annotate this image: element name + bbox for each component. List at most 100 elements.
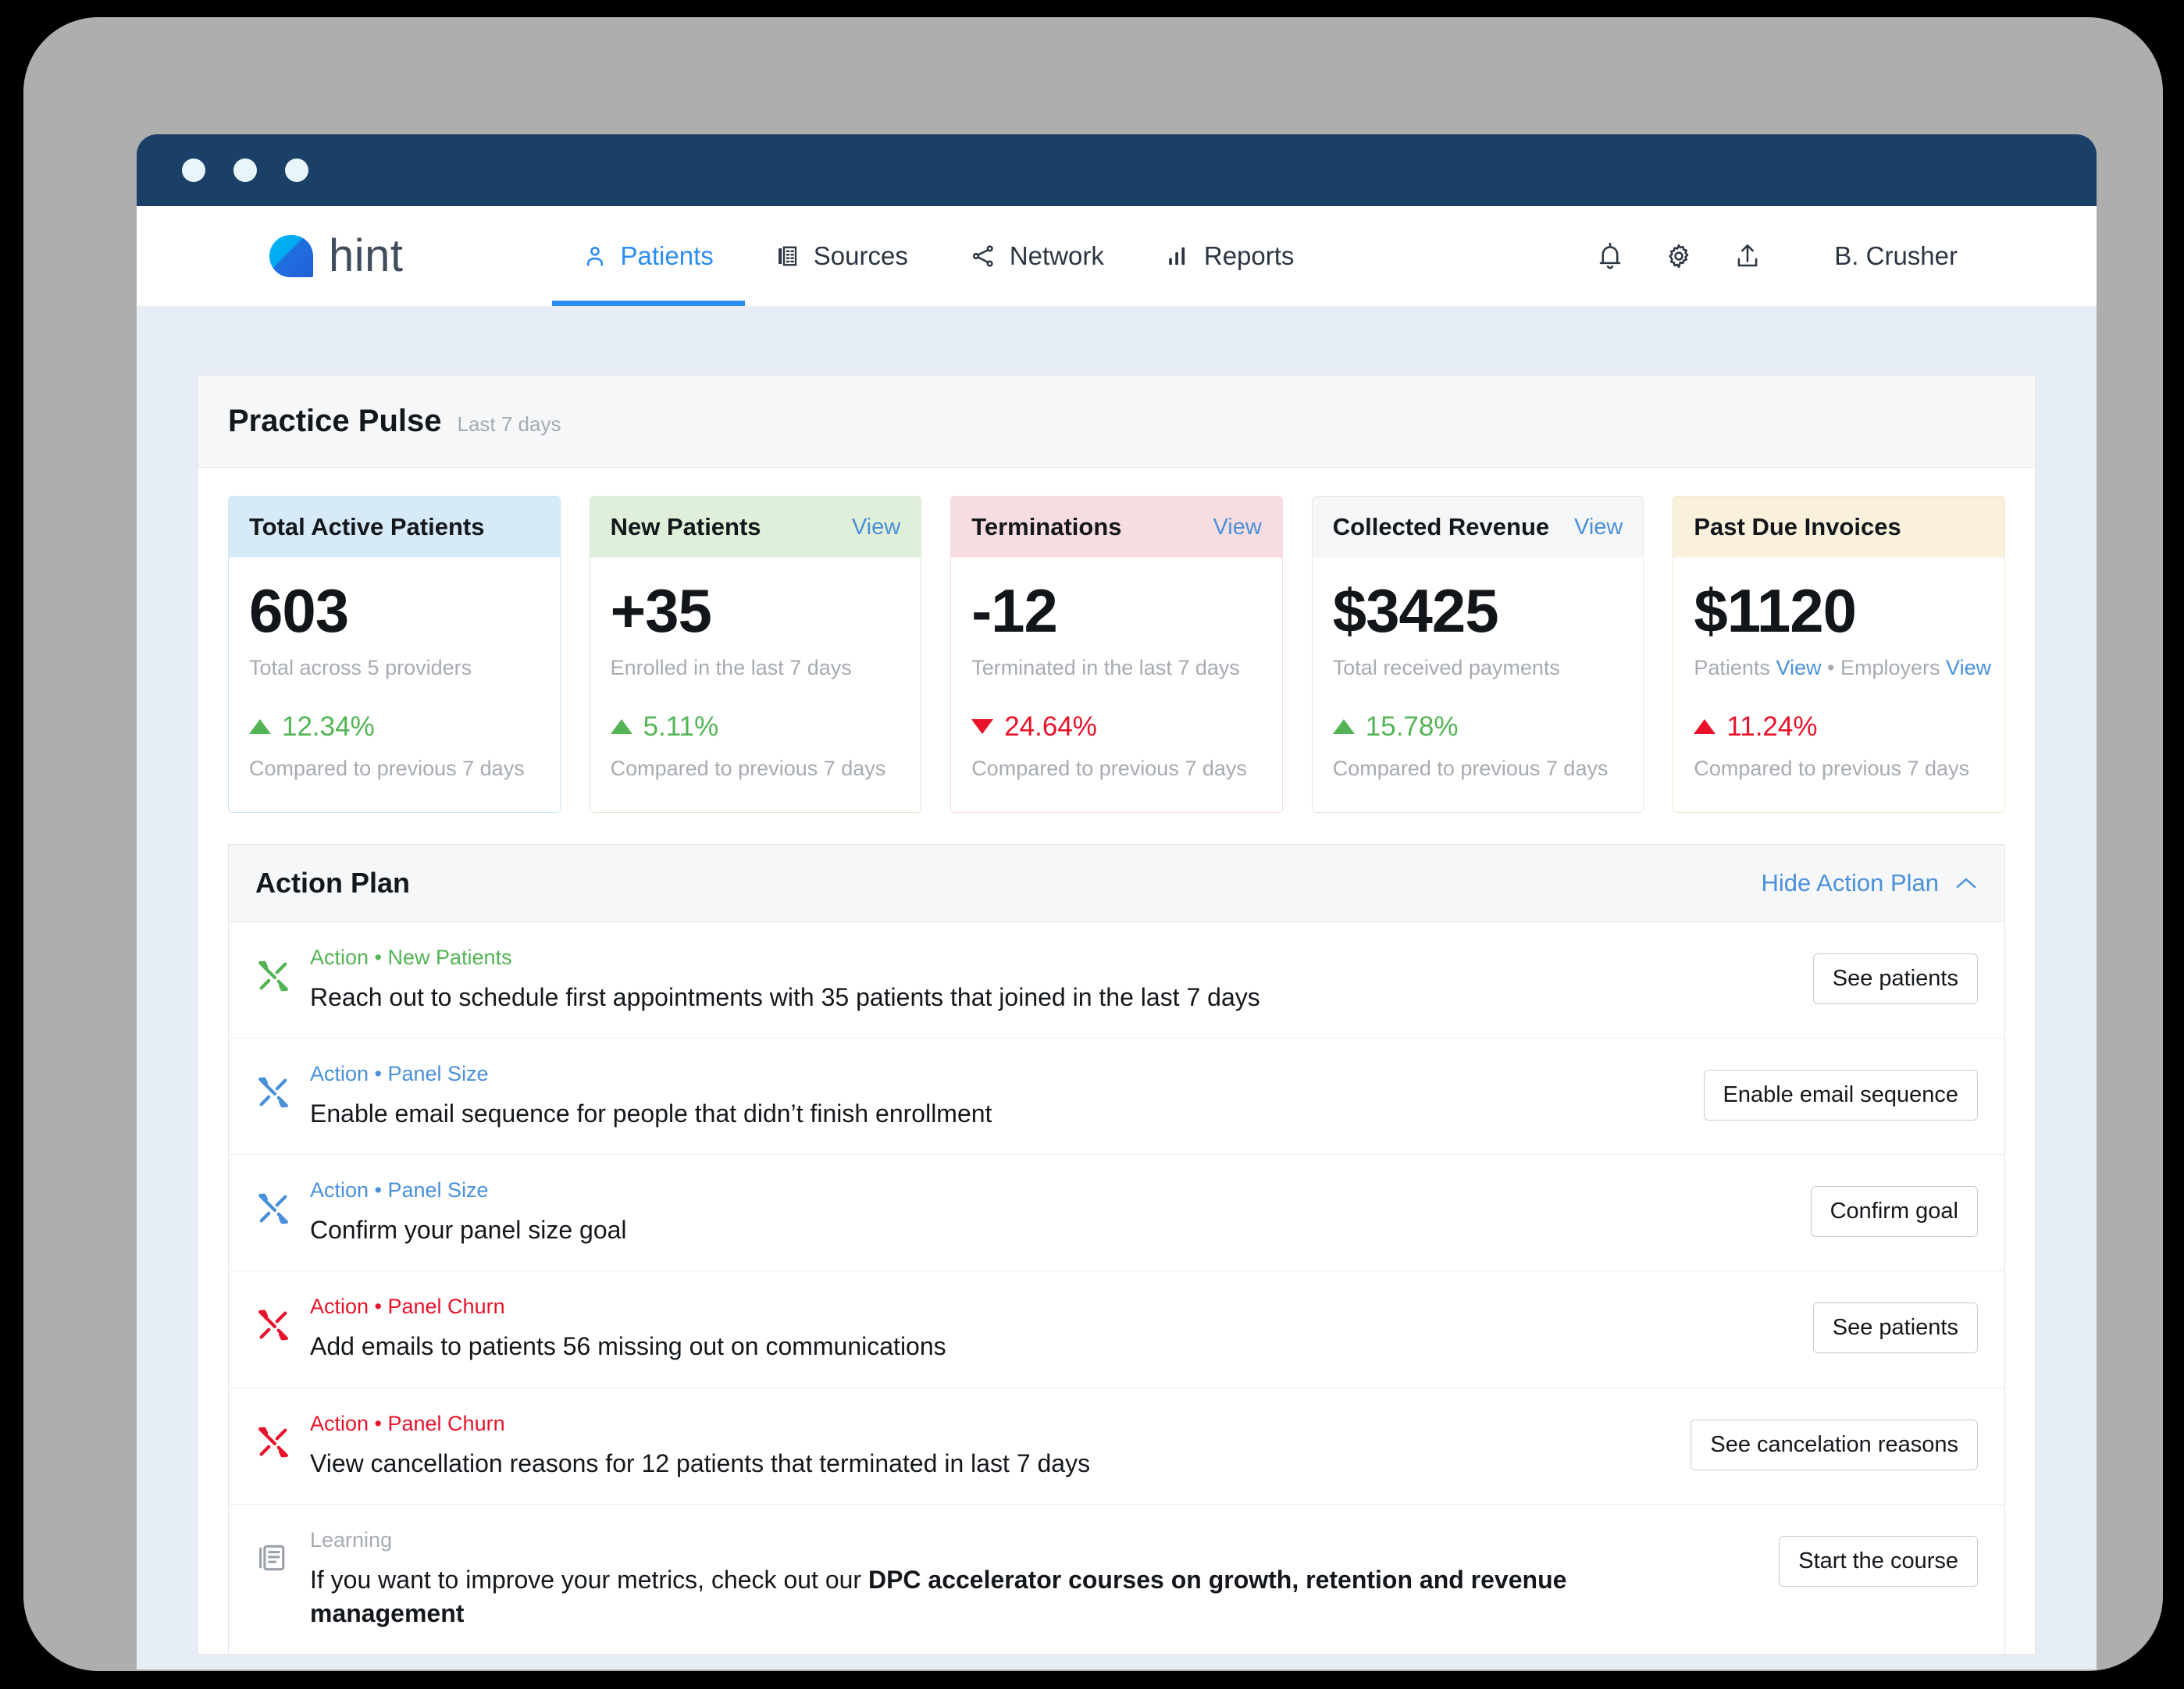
action-plan-label: Action • Panel Churn <box>310 1411 505 1435</box>
nav-item-sources[interactable]: Sources <box>745 206 939 306</box>
action-plan-row: Action • New Patients Reach out to sched… <box>229 922 2004 1039</box>
metric-delta-value: 15.78% <box>1365 711 1459 742</box>
hide-action-plan-label: Hide Action Plan <box>1761 868 1939 896</box>
action-plan-row: Action • Panel Size Enable email sequenc… <box>229 1039 2004 1156</box>
metric-delta: 15.78% <box>1332 711 1623 743</box>
metric-card-terminations: Terminations View -12 Terminated in the … <box>950 496 1283 813</box>
bar-chart-icon <box>1167 244 1190 269</box>
hint-heart-logo-icon <box>269 235 313 277</box>
metric-view-link[interactable]: View <box>1574 515 1623 540</box>
action-plan-text: Learning If you want to improve your met… <box>305 1528 1681 1630</box>
metric-title: Terminations <box>971 513 1122 540</box>
tools-icon <box>255 1178 305 1231</box>
employers-view-link[interactable]: View <box>1946 656 1991 679</box>
share-network-icon <box>971 244 996 269</box>
nav-label-patients: Patients <box>620 241 714 270</box>
nav-label-sources: Sources <box>813 241 908 270</box>
nav-item-reports[interactable]: Reports <box>1135 206 1326 306</box>
metric-card-past-due-invoices: Past Due Invoices $1120 Patients View • … <box>1673 496 2005 813</box>
see-patients-button[interactable]: See patients <box>1812 953 1978 1004</box>
bell-icon[interactable] <box>1595 241 1625 272</box>
metric-card-header: Total Active Patients <box>229 497 560 558</box>
metric-description: Total across 5 providers <box>249 655 472 679</box>
action-plan-label: Action • Panel Size <box>310 1062 489 1086</box>
main-navigation: Patients Sources Network Reports <box>551 206 1326 306</box>
nav-item-patients[interactable]: Patients <box>551 206 746 306</box>
metric-description: Total received payments <box>1332 655 1560 679</box>
metric-compare-label: Compared to previous 7 days <box>1332 756 1609 780</box>
start-the-course-button[interactable]: Start the course <box>1779 1535 1978 1587</box>
action-plan-row: Action • Panel Churn Add emails to patie… <box>229 1271 2004 1388</box>
metric-value: $3425 <box>1332 576 1499 645</box>
page-subtitle: Last 7 days <box>457 412 561 436</box>
action-plan-body: If you want to improve your metrics, che… <box>310 1563 1681 1630</box>
triangle-up-icon <box>1694 719 1716 735</box>
browser-window: hint Patients Sources Network Reports B.… <box>137 134 2097 1669</box>
metric-view-link[interactable]: View <box>852 515 900 540</box>
page-title: Practice Pulse <box>228 404 442 438</box>
confirm-goal-button[interactable]: Confirm goal <box>1810 1186 1978 1238</box>
action-plan-text: Action • New Patients Reach out to sched… <box>305 946 1681 1014</box>
action-plan-title: Action Plan <box>255 866 411 899</box>
employers-label: Employers <box>1840 655 1940 679</box>
metric-compare-label: Compared to previous 7 days <box>610 756 886 780</box>
metric-value: $1120 <box>1694 576 1857 645</box>
metric-card-header: New Patients View <box>590 497 921 558</box>
nav-label-reports: Reports <box>1203 241 1295 270</box>
patients-view-link[interactable]: View <box>1776 656 1821 679</box>
metric-card-body: $1120 Patients View • Employers View 11.… <box>1673 558 2004 812</box>
triangle-up-icon <box>249 719 271 735</box>
metric-compare-label: Compared to previous 7 days <box>1694 756 1970 780</box>
action-plan-label: Action • New Patients <box>310 945 512 969</box>
action-plan-action: See patients <box>1681 946 1978 1004</box>
see-cancelation-reasons-button[interactable]: See cancelation reasons <box>1691 1419 1978 1470</box>
chevron-up-icon <box>1954 869 1978 897</box>
triangle-down-icon <box>971 719 994 735</box>
action-plan-body: Confirm your panel size goal <box>310 1216 627 1245</box>
metric-description: Terminated in the last 7 days <box>971 655 1240 679</box>
patients-label: Patients <box>1694 655 1770 679</box>
metric-card-header: Collected Revenue View <box>1312 497 1644 558</box>
enable-email-sequence-button[interactable]: Enable email sequence <box>1703 1070 1978 1121</box>
action-plan-action: See patients <box>1681 1295 1978 1354</box>
action-plan-text: Action • Panel Size Enable email sequenc… <box>305 1062 1681 1131</box>
action-plan-text: Action • Panel Size Confirm your panel s… <box>305 1178 1681 1247</box>
metric-description: Patients View • Employers View <box>1694 655 1991 680</box>
app-header: hint Patients Sources Network Reports B.… <box>137 206 2097 306</box>
metric-card-header: Past Due Invoices <box>1673 497 2004 558</box>
metric-card-collected-revenue: Collected Revenue View $3425 Total recei… <box>1311 496 1644 813</box>
window-dot-close[interactable] <box>182 159 205 182</box>
metric-value: +35 <box>610 576 712 645</box>
nav-item-network[interactable]: Network <box>939 206 1135 306</box>
page-body: Practice Pulse Last 7 days Total Active … <box>137 306 2097 1669</box>
window-dot-maximize[interactable] <box>285 159 308 182</box>
metric-card-new-patients: New Patients View +35 Enrolled in the la… <box>589 496 922 813</box>
triangle-up-icon <box>1332 719 1355 735</box>
action-plan-label: Action • Panel Churn <box>310 1295 505 1319</box>
metric-view-link[interactable]: View <box>1213 515 1261 540</box>
practice-pulse-header: Practice Pulse Last 7 days <box>198 376 2035 468</box>
metric-delta: 12.34% <box>249 711 540 743</box>
gear-icon[interactable] <box>1664 241 1694 272</box>
header-actions: B. Crusher <box>1595 206 2097 306</box>
action-plan-body: View cancellation reasons for 12 patient… <box>310 1448 1091 1477</box>
metric-delta-value: 5.11% <box>643 711 719 742</box>
see-patients-button[interactable]: See patients <box>1812 1302 1978 1354</box>
action-plan-body: Enable email sequence for people that di… <box>310 1099 992 1128</box>
brand-logo[interactable]: hint <box>137 206 404 306</box>
book-icon <box>255 1528 305 1579</box>
metric-description: Enrolled in the last 7 days <box>610 655 852 679</box>
user-menu[interactable]: B. Crusher <box>1834 241 1958 271</box>
metric-title: Total Active Patients <box>249 513 485 540</box>
upload-icon[interactable] <box>1733 241 1762 272</box>
metric-card-body: 603 Total across 5 providers 12.34% Comp… <box>229 558 560 812</box>
triangle-up-icon <box>610 719 632 735</box>
action-plan-row: Learning If you want to improve your met… <box>229 1505 2004 1654</box>
hide-action-plan-toggle[interactable]: Hide Action Plan <box>1762 869 1978 897</box>
desc-separator: • <box>1827 655 1835 679</box>
nav-label-network: Network <box>1009 241 1104 270</box>
window-dot-minimize[interactable] <box>233 159 257 182</box>
tools-icon <box>255 1295 305 1347</box>
metric-delta-value: 12.34% <box>282 711 375 742</box>
action-plan-text: Action • Panel Churn Add emails to patie… <box>305 1295 1681 1363</box>
